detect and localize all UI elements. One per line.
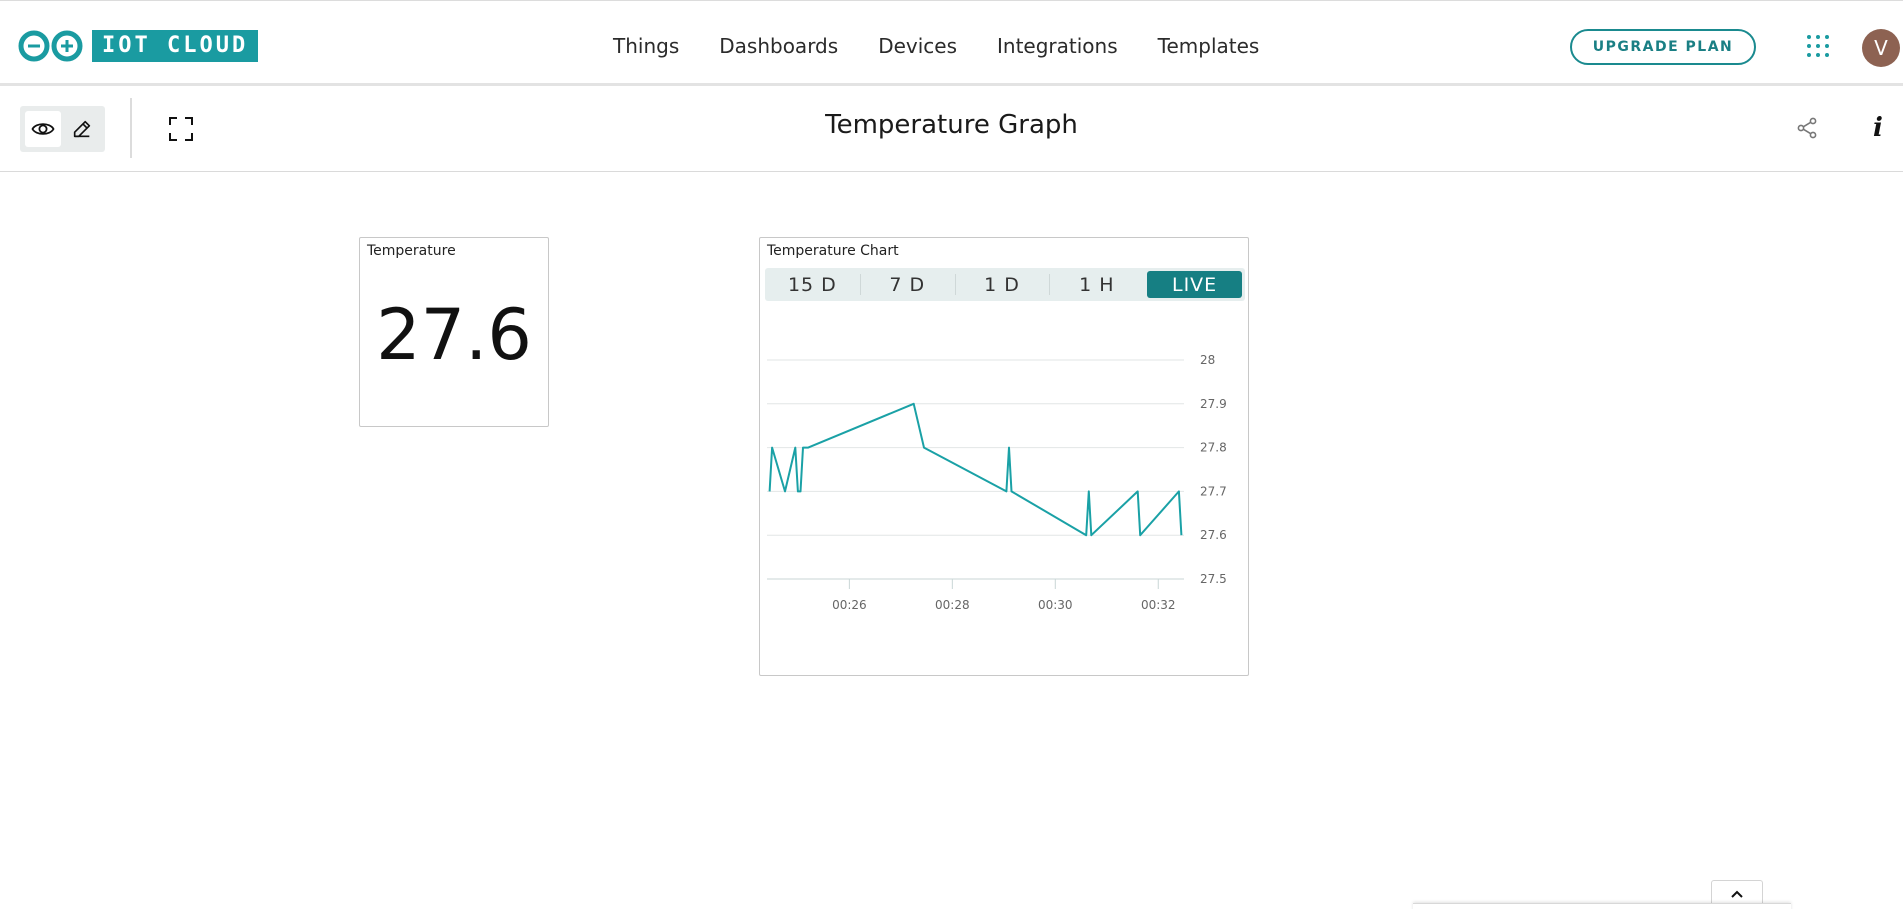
nav-integrations[interactable]: Integrations xyxy=(997,34,1118,58)
nav-things[interactable]: Things xyxy=(613,34,679,58)
user-avatar[interactable]: V xyxy=(1862,29,1900,67)
temperature-value: 27.6 xyxy=(376,294,532,376)
arduino-logo-icon xyxy=(18,30,83,62)
chevron-up-icon xyxy=(1731,890,1743,898)
share-icon[interactable] xyxy=(1795,116,1819,140)
dashboard-toolbar: Temperature Graph i xyxy=(0,86,1903,172)
widget-title: Temperature xyxy=(367,243,456,259)
y-tick-label: 27.7 xyxy=(1200,484,1227,498)
temperature-line-chart: 28 27.9 27.8 27.7 27.6 27.5 00:26 00:28 00:30 00:… xyxy=(767,353,1227,612)
dashboard-title: Temperature Graph xyxy=(825,110,1078,140)
y-tick-label: 27.5 xyxy=(1200,572,1227,586)
y-tick-label: 28 xyxy=(1200,353,1215,367)
x-tick-label: 00:28 xyxy=(935,598,970,612)
main-nav: Things Dashboards Devices Integrations T… xyxy=(613,34,1299,58)
temperature-series-line xyxy=(768,402,1183,537)
top-navbar: IOT CLOUD Things Dashboards Devices Inte… xyxy=(0,0,1903,86)
y-tick-label: 27.6 xyxy=(1200,528,1227,542)
apps-grid-icon[interactable] xyxy=(1806,34,1830,58)
iot-cloud-logo[interactable]: IOT CLOUD xyxy=(18,30,259,62)
nav-templates[interactable]: Templates xyxy=(1158,34,1260,58)
x-tick-label: 00:26 xyxy=(832,598,867,612)
y-tick-label: 27.9 xyxy=(1200,397,1227,411)
y-tick-label: 27.8 xyxy=(1200,441,1227,455)
logo-text: IOT CLOUD xyxy=(92,30,259,62)
temperature-value-widget[interactable]: Temperature 27.6 xyxy=(359,237,549,427)
nav-dashboards[interactable]: Dashboards xyxy=(719,34,838,58)
info-icon[interactable]: i xyxy=(1866,114,1890,142)
x-tick-label: 00:30 xyxy=(1038,598,1073,612)
temperature-chart-widget[interactable]: Temperature Chart 15 D 7 D 1 D 1 H LIVE … xyxy=(759,237,1249,676)
x-tick-label: 00:32 xyxy=(1141,598,1176,612)
nav-devices[interactable]: Devices xyxy=(878,34,957,58)
bottom-panel xyxy=(1413,903,1791,909)
upgrade-plan-button[interactable]: UPGRADE PLAN xyxy=(1570,29,1756,65)
